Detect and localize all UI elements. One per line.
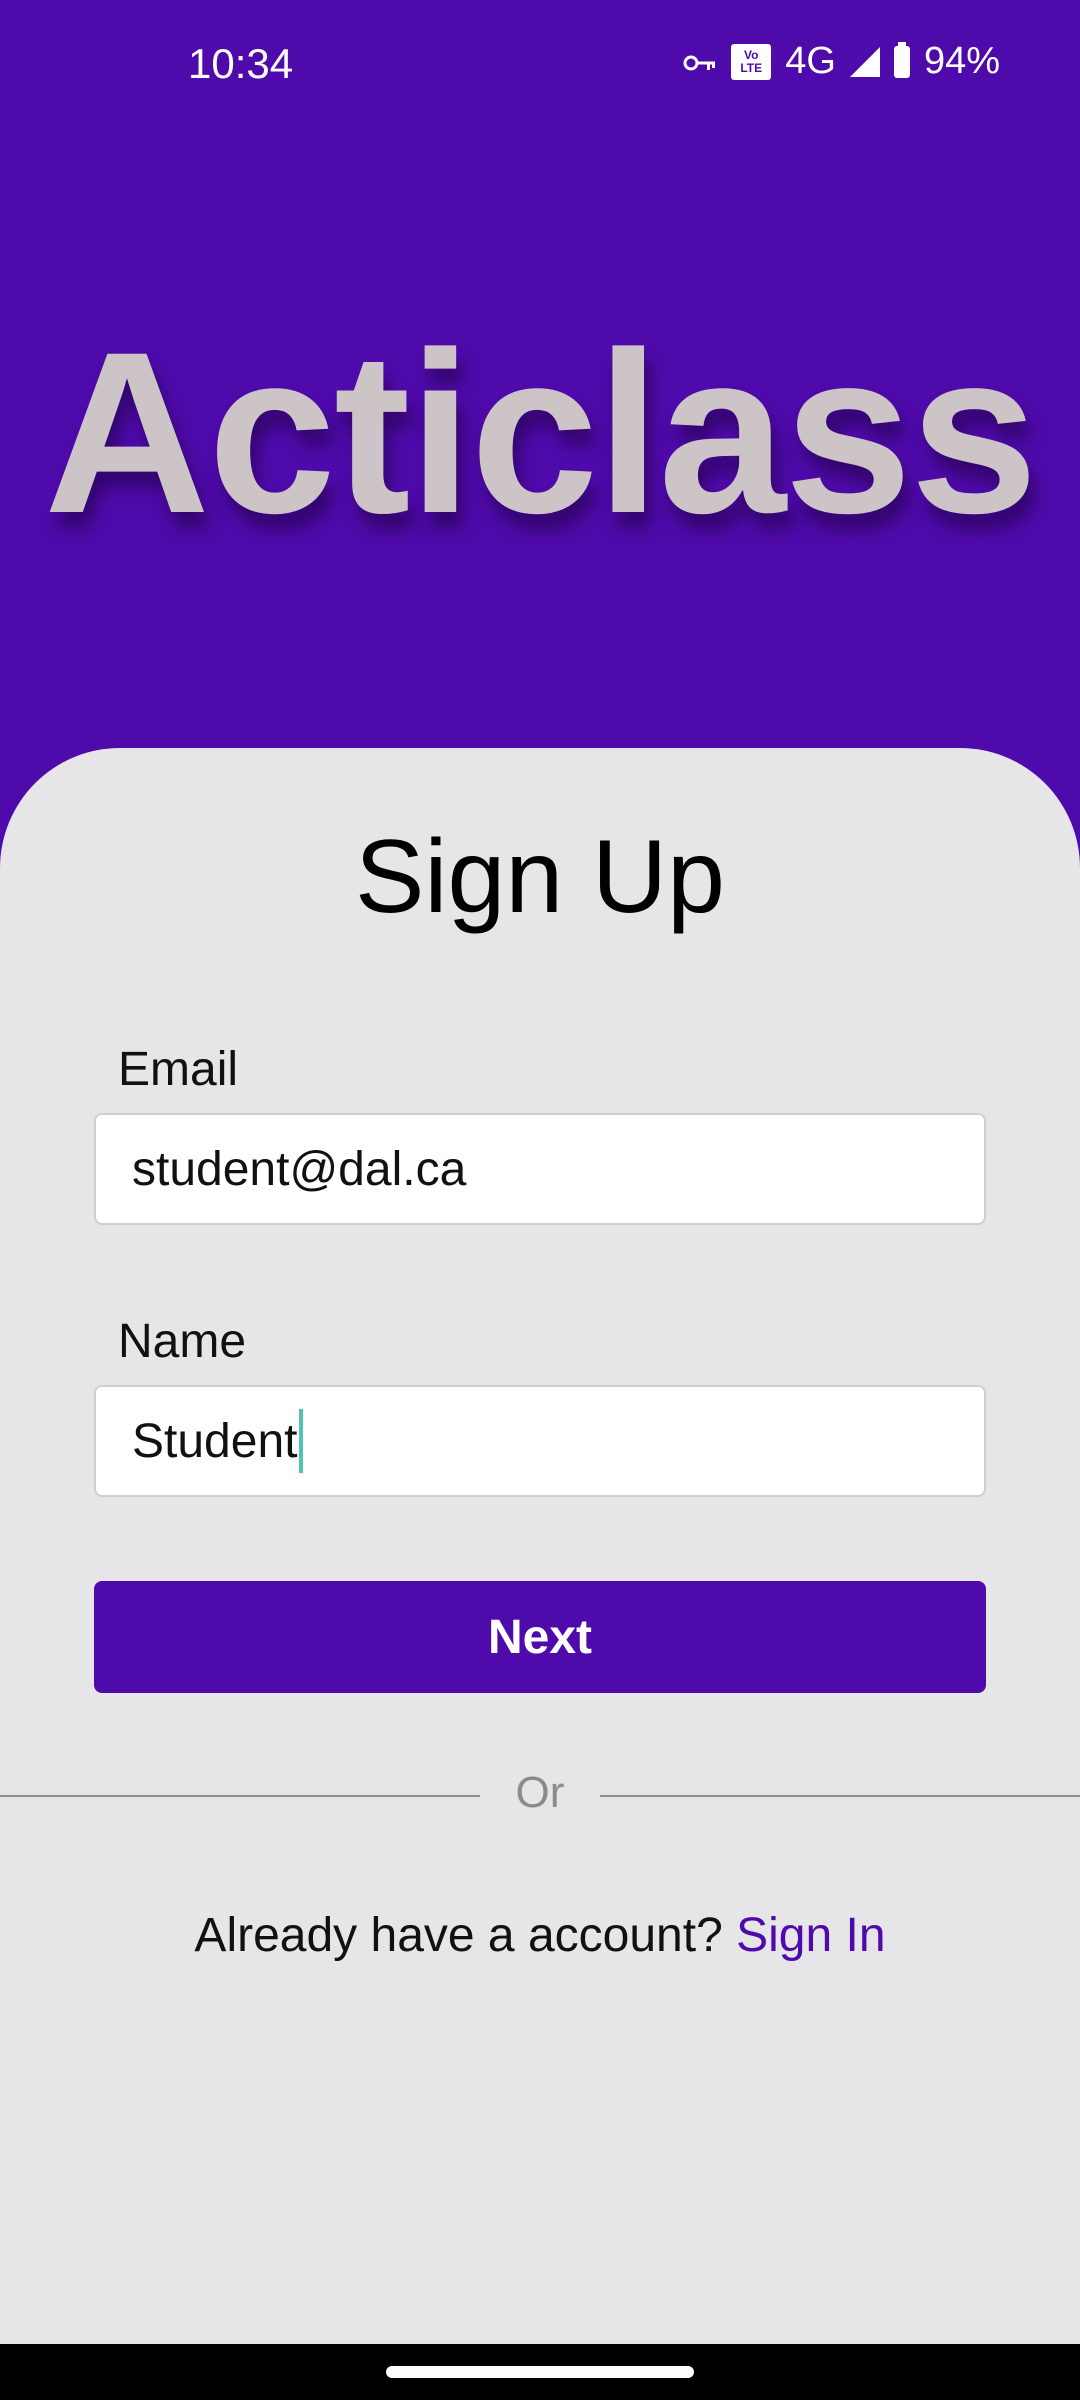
signin-prompt: Already have a account? <box>194 1909 723 1962</box>
status-bar: 10:34 Vo LTE 4G 94% <box>0 0 1080 140</box>
name-field[interactable]: Student <box>94 1385 986 1497</box>
network-type: 4G <box>785 40 836 82</box>
volte-bottom: LTE <box>740 60 763 75</box>
signin-row: Already have a account? Sign In <box>0 1908 1080 1963</box>
volte-icon: Vo LTE <box>731 43 772 80</box>
page-title: Sign Up <box>355 819 725 935</box>
name-label: Name <box>118 1315 247 1368</box>
signal-icon <box>849 46 880 77</box>
text-caret <box>299 1409 304 1473</box>
email-field[interactable]: student@dal.ca <box>94 1113 986 1225</box>
divider-or: Or <box>515 1768 565 1817</box>
key-icon <box>683 40 717 83</box>
volte-top: Vo <box>744 47 759 62</box>
home-indicator[interactable] <box>386 2366 694 2378</box>
status-icons: Vo LTE 4G 94% <box>683 40 1000 83</box>
email-value: student@dal.ca <box>132 1142 467 1196</box>
divider-line-left <box>0 1795 480 1797</box>
signup-card: Sign Up Email student@dal.ca Name Studen… <box>0 748 1080 2400</box>
screen: 10:34 Vo LTE 4G 94% Acticlass Sign Up Em… <box>0 0 1080 2400</box>
divider-line-right <box>600 1795 1080 1797</box>
navigation-bar <box>0 2344 1080 2400</box>
battery-percent: 94% <box>923 40 1000 82</box>
signin-link[interactable]: Sign In <box>736 1909 885 1962</box>
email-label: Email <box>118 1043 239 1096</box>
name-value: Student <box>132 1414 298 1468</box>
app-title: Acticlass <box>43 304 1038 561</box>
battery-icon <box>893 41 910 78</box>
status-time: 10:34 <box>188 40 294 87</box>
next-button[interactable]: Next <box>94 1581 986 1693</box>
